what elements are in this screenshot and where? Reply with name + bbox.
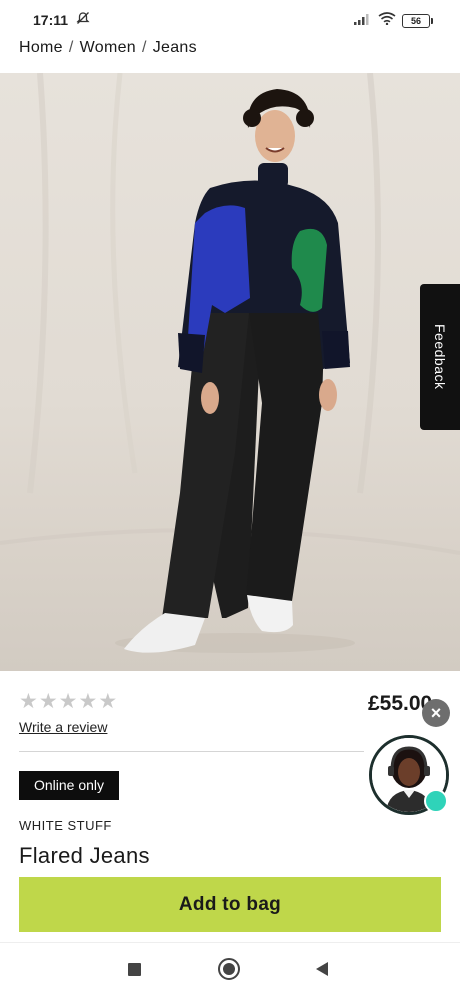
breadcrumb-separator: /	[68, 39, 74, 56]
signal-icon	[354, 12, 372, 30]
chat-close-button[interactable]: ×	[422, 699, 450, 727]
star-icon: ★	[98, 690, 118, 713]
recent-apps-icon[interactable]	[128, 963, 141, 976]
product-photo	[0, 73, 460, 653]
feedback-label: Feedback	[432, 324, 448, 390]
wifi-icon	[378, 12, 396, 30]
divider	[19, 751, 364, 752]
status-bar: 17:11 56	[0, 0, 460, 36]
star-icon: ★	[78, 690, 98, 713]
home-icon[interactable]	[218, 958, 240, 980]
star-rating: ★ ★ ★ ★ ★	[19, 690, 118, 713]
system-nav-bar	[0, 942, 460, 998]
product-title: Flared Jeans	[19, 843, 150, 868]
feedback-tab[interactable]: Feedback	[420, 284, 460, 430]
star-icon: ★	[19, 690, 38, 713]
mute-icon	[76, 11, 90, 30]
write-review-link[interactable]: Write a review	[19, 719, 107, 735]
online-only-badge: Online only	[19, 771, 119, 800]
breadcrumb-jeans[interactable]: Jeans	[153, 39, 197, 56]
breadcrumb: Home / Women / Jeans	[19, 39, 197, 57]
online-status-indicator	[424, 789, 448, 813]
breadcrumb-women[interactable]: Women	[80, 39, 136, 56]
star-icon: ★	[38, 690, 58, 713]
battery-icon: 56	[402, 14, 433, 28]
back-icon[interactable]	[316, 962, 328, 976]
breadcrumb-home[interactable]: Home	[19, 39, 63, 56]
status-time: 17:11	[33, 12, 69, 28]
product-image-carousel[interactable]	[0, 73, 460, 671]
breadcrumb-separator: /	[141, 39, 147, 56]
product-brand[interactable]: WHITE STUFF	[19, 818, 112, 833]
star-icon: ★	[58, 690, 78, 713]
add-to-bag-button[interactable]: Add to bag	[19, 877, 441, 932]
